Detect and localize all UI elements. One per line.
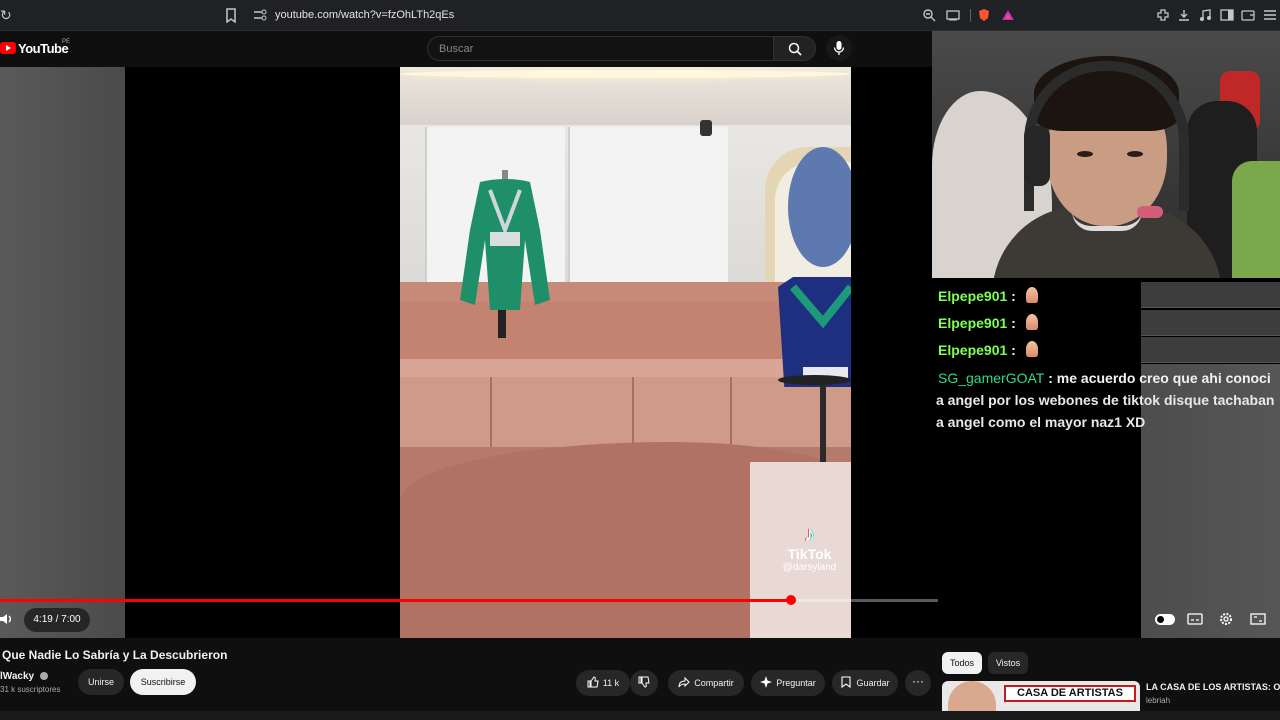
thumbnail-person bbox=[948, 681, 996, 711]
recommended-title[interactable]: LA CASA DE LOS ARTISTAS: OVI bbox=[1146, 682, 1280, 692]
download-icon[interactable] bbox=[1177, 8, 1191, 22]
chat-separator: : bbox=[1011, 288, 1016, 304]
brave-shield-icon[interactable] bbox=[977, 8, 991, 22]
ceiling-camera bbox=[700, 120, 712, 136]
bookmark-save-icon bbox=[841, 676, 852, 688]
thumbs-down-icon bbox=[638, 676, 650, 688]
reload-icon[interactable]: ↻ bbox=[0, 8, 14, 22]
subscribe-button[interactable]: Suscribirse bbox=[130, 669, 196, 695]
media-icon[interactable] bbox=[1198, 8, 1212, 22]
chat-username: SG_gamerGOAT bbox=[938, 370, 1045, 386]
theater-mode-icon[interactable] bbox=[1250, 612, 1266, 626]
channel-name-text: lWacky bbox=[0, 671, 35, 682]
voice-search-button[interactable] bbox=[826, 35, 852, 61]
tiktok-watermark: ♪ TikTok @darsyland bbox=[772, 522, 847, 574]
emote-icon bbox=[1025, 341, 1038, 357]
subtitles-icon[interactable] bbox=[1187, 612, 1203, 626]
bookmark-icon[interactable] bbox=[225, 8, 237, 23]
browser-toolbar: ↻ youtube.com/watch?v=fzOhLTh2qEs bbox=[0, 0, 1280, 31]
youtube-header: YouTube PE Buscar bbox=[0, 31, 932, 67]
save-button[interactable]: Guardar bbox=[832, 670, 898, 696]
wallet-icon[interactable] bbox=[1241, 8, 1255, 22]
menu-icon[interactable] bbox=[1263, 8, 1277, 22]
stream-chat: Elpepe901 : Elpepe901 : Elpepe901 : SG_g… bbox=[932, 278, 1280, 438]
chat-message: Elpepe901 : bbox=[938, 312, 1038, 334]
microphone-icon bbox=[833, 41, 845, 55]
cast-icon[interactable] bbox=[946, 8, 960, 22]
zoom-icon[interactable] bbox=[922, 8, 936, 22]
progress-bar-played bbox=[0, 599, 791, 602]
search-placeholder: Buscar bbox=[439, 43, 474, 55]
search-input[interactable]: Buscar bbox=[427, 36, 774, 61]
chat-separator: : bbox=[1048, 370, 1053, 386]
chat-text-continued: a angel como el mayor naz1 XD bbox=[936, 414, 1146, 430]
share-label: Compartir bbox=[694, 678, 734, 688]
blue-costume bbox=[778, 147, 851, 387]
progress-scrubber[interactable] bbox=[786, 595, 796, 605]
emote-icon bbox=[1025, 314, 1038, 330]
chat-username: Elpepe901 bbox=[938, 315, 1008, 331]
video-frame: ♪ TikTok @darsyland bbox=[400, 67, 851, 638]
volume-icon[interactable] bbox=[0, 612, 14, 626]
dislike-button[interactable] bbox=[630, 670, 658, 696]
chat-separator: : bbox=[1011, 342, 1016, 358]
thumbnail-banner: CASA DE ARTISTAS bbox=[1004, 685, 1136, 702]
streamer-webcam bbox=[932, 31, 1280, 278]
video-title: Que Nadie Lo Sabría y La Descubrieron bbox=[2, 648, 228, 662]
share-icon bbox=[678, 676, 690, 688]
recommended-channel: lebriah bbox=[1146, 696, 1171, 705]
youtube-logo-icon[interactable] bbox=[0, 42, 16, 54]
chat-message: Elpepe901 : bbox=[938, 339, 1038, 361]
time-display: 4:19 / 7:00 bbox=[24, 608, 90, 632]
like-button[interactable]: 11 k bbox=[576, 670, 630, 696]
emote-icon bbox=[1025, 287, 1038, 303]
ask-label: Preguntar bbox=[776, 678, 816, 688]
chat-username: Elpepe901 bbox=[938, 342, 1008, 358]
share-button[interactable]: Compartir bbox=[668, 670, 744, 696]
sidebar-icon[interactable] bbox=[1220, 8, 1234, 22]
bottom-edge bbox=[0, 711, 1280, 720]
more-actions-button[interactable]: ··· bbox=[905, 670, 931, 696]
chat-separator: : bbox=[1011, 315, 1016, 331]
thumbs-up-icon bbox=[587, 676, 599, 688]
ask-button[interactable]: Preguntar bbox=[751, 670, 825, 696]
address-bar-url[interactable]: youtube.com/watch?v=fzOhLTh2qEs bbox=[275, 9, 454, 21]
chip-watched[interactable]: Vistos bbox=[988, 652, 1028, 674]
search-icon bbox=[788, 42, 802, 56]
subscriber-count: 31 k suscriptores bbox=[0, 685, 61, 694]
tiktok-username: @darsyland bbox=[782, 562, 837, 573]
video-info: Que Nadie Lo Sabría y La Descubrieron lW… bbox=[0, 638, 932, 720]
site-info-icon[interactable] bbox=[253, 9, 267, 21]
verified-icon bbox=[39, 672, 48, 680]
sparkle-icon bbox=[760, 676, 773, 688]
chat-username: Elpepe901 bbox=[938, 288, 1008, 304]
save-label: Guardar bbox=[856, 678, 890, 688]
youtube-logo-text[interactable]: YouTube bbox=[18, 41, 69, 56]
settings-icon[interactable] bbox=[1218, 612, 1234, 626]
chat-message: Elpepe901 : bbox=[938, 285, 1038, 307]
tiktok-brand: TikTok bbox=[787, 546, 832, 562]
logo-region-code: PE bbox=[62, 39, 71, 45]
channel-name[interactable]: lWacky bbox=[0, 671, 48, 682]
extensions-icon[interactable] bbox=[1156, 8, 1170, 22]
search-button[interactable] bbox=[774, 36, 816, 61]
toolbar-separator bbox=[970, 9, 971, 22]
player-side-blur bbox=[0, 67, 125, 638]
rewards-icon[interactable] bbox=[1001, 8, 1015, 22]
chip-all[interactable]: Todos bbox=[942, 652, 982, 674]
recommended-thumbnail[interactable]: CASA DE ARTISTAS bbox=[942, 681, 1140, 711]
tiktok-logo-icon: ♪ bbox=[804, 521, 815, 546]
chat-message: SG_gamerGOAT : me acuerdo creo que ahi c… bbox=[938, 367, 1271, 389]
green-costume bbox=[460, 170, 550, 338]
chat-text: me acuerdo creo que ahi conoci bbox=[1056, 370, 1271, 386]
autoplay-toggle[interactable] bbox=[1155, 614, 1175, 625]
chat-text-continued: a angel por los webones de tiktok disque… bbox=[936, 392, 1275, 408]
join-button[interactable]: Unirse bbox=[78, 669, 124, 695]
like-count: 11 k bbox=[602, 678, 620, 688]
